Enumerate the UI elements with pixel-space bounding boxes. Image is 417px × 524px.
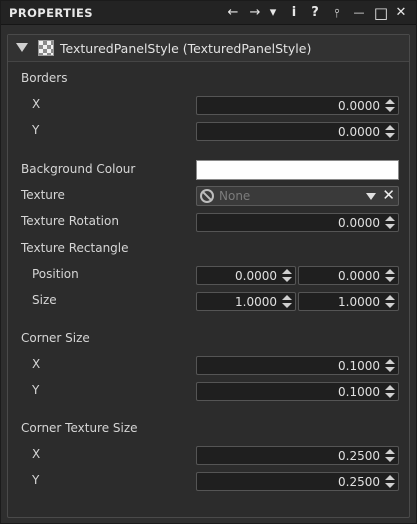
borders-label: Borders bbox=[21, 71, 68, 85]
textured-panel-icon bbox=[38, 40, 54, 56]
title-bar: PROPERTIES ← → ▾ i ? ⫯ — □ ✕ bbox=[1, 1, 416, 25]
spinner-icon[interactable] bbox=[385, 295, 395, 308]
size-y-value: 1.0000 bbox=[338, 295, 380, 309]
forward-arrow-icon[interactable]: → bbox=[245, 2, 265, 24]
position-label: Position bbox=[32, 267, 79, 281]
clear-icon[interactable]: ✕ bbox=[382, 186, 395, 204]
spinner-icon[interactable] bbox=[385, 359, 395, 372]
spinner-icon[interactable] bbox=[282, 295, 292, 308]
chevron-down-icon[interactable] bbox=[366, 193, 376, 200]
texture-label: Texture bbox=[21, 188, 65, 202]
position-y-field[interactable]: 0.0000 bbox=[298, 266, 399, 285]
spinner-icon[interactable] bbox=[282, 269, 292, 282]
panel-header[interactable]: TexturedPanelStyle (TexturedPanelStyle) bbox=[8, 35, 409, 62]
panel-header-title: TexturedPanelStyle (TexturedPanelStyle) bbox=[60, 41, 312, 56]
minimize-icon[interactable]: — bbox=[349, 2, 369, 24]
spinner-icon[interactable] bbox=[385, 449, 395, 462]
borders-x-label: X bbox=[32, 97, 41, 111]
background-colour-label: Background Colour bbox=[21, 162, 136, 176]
corner-size-x-label: X bbox=[32, 357, 41, 371]
texture-rotation-value: 0.0000 bbox=[338, 216, 380, 230]
corner-texture-size-x-value: 0.2500 bbox=[338, 449, 380, 463]
position-x-value: 0.0000 bbox=[235, 269, 277, 283]
window-title: PROPERTIES bbox=[9, 6, 93, 20]
spinner-icon[interactable] bbox=[385, 269, 395, 282]
corner-texture-size-y-field[interactable]: 0.2500 bbox=[196, 472, 399, 491]
close-icon[interactable]: ✕ bbox=[391, 2, 411, 24]
spinner-icon[interactable] bbox=[385, 125, 395, 138]
properties-window: PROPERTIES ← → ▾ i ? ⫯ — □ ✕ TexturedPan… bbox=[0, 0, 417, 524]
texture-value: None bbox=[219, 189, 251, 203]
borders-y-label: Y bbox=[32, 123, 40, 137]
borders-x-value: 0.0000 bbox=[338, 99, 380, 113]
spinner-icon[interactable] bbox=[385, 475, 395, 488]
back-arrow-icon[interactable]: ← bbox=[223, 2, 243, 24]
corner-texture-size-x-field[interactable]: 0.2500 bbox=[196, 446, 399, 465]
position-x-field[interactable]: 0.0000 bbox=[196, 266, 296, 285]
corner-texture-size-y-label: Y bbox=[32, 473, 40, 487]
none-icon bbox=[200, 189, 214, 203]
texture-rotation-label: Texture Rotation bbox=[21, 214, 119, 228]
pin-icon[interactable]: ⫯ bbox=[327, 2, 347, 24]
corner-size-x-field[interactable]: 0.1000 bbox=[196, 356, 399, 375]
spinner-icon[interactable] bbox=[385, 385, 395, 398]
size-x-field[interactable]: 1.0000 bbox=[196, 292, 296, 311]
corner-size-y-label: Y bbox=[32, 383, 40, 397]
texture-dropdown[interactable]: None ✕ bbox=[196, 186, 399, 206]
texture-rotation-field[interactable]: 0.0000 bbox=[196, 213, 399, 232]
spinner-icon[interactable] bbox=[385, 99, 395, 112]
corner-texture-size-label: Corner Texture Size bbox=[21, 421, 138, 435]
style-panel: TexturedPanelStyle (TexturedPanelStyle) … bbox=[7, 34, 410, 518]
help-icon[interactable]: ? bbox=[305, 2, 325, 24]
corner-size-label: Corner Size bbox=[21, 331, 90, 345]
borders-x-field[interactable]: 0.0000 bbox=[196, 96, 399, 115]
corner-size-y-value: 0.1000 bbox=[338, 385, 380, 399]
background-colour-swatch[interactable] bbox=[196, 160, 399, 180]
texture-rectangle-label: Texture Rectangle bbox=[21, 241, 129, 255]
size-label: Size bbox=[32, 293, 57, 307]
collapse-triangle-icon[interactable] bbox=[16, 43, 28, 52]
corner-texture-size-x-label: X bbox=[32, 447, 41, 461]
menu-dropdown-icon[interactable]: ▾ bbox=[263, 2, 283, 24]
borders-y-field[interactable]: 0.0000 bbox=[196, 122, 399, 141]
size-x-value: 1.0000 bbox=[235, 295, 277, 309]
corner-size-x-value: 0.1000 bbox=[338, 359, 380, 373]
corner-texture-size-y-value: 0.2500 bbox=[338, 475, 380, 489]
corner-size-y-field[interactable]: 0.1000 bbox=[196, 382, 399, 401]
maximize-icon[interactable]: □ bbox=[371, 2, 391, 24]
spinner-icon[interactable] bbox=[385, 216, 395, 229]
info-icon[interactable]: i bbox=[284, 2, 304, 24]
borders-y-value: 0.0000 bbox=[338, 125, 380, 139]
size-y-field[interactable]: 1.0000 bbox=[298, 292, 399, 311]
position-y-value: 0.0000 bbox=[338, 269, 380, 283]
